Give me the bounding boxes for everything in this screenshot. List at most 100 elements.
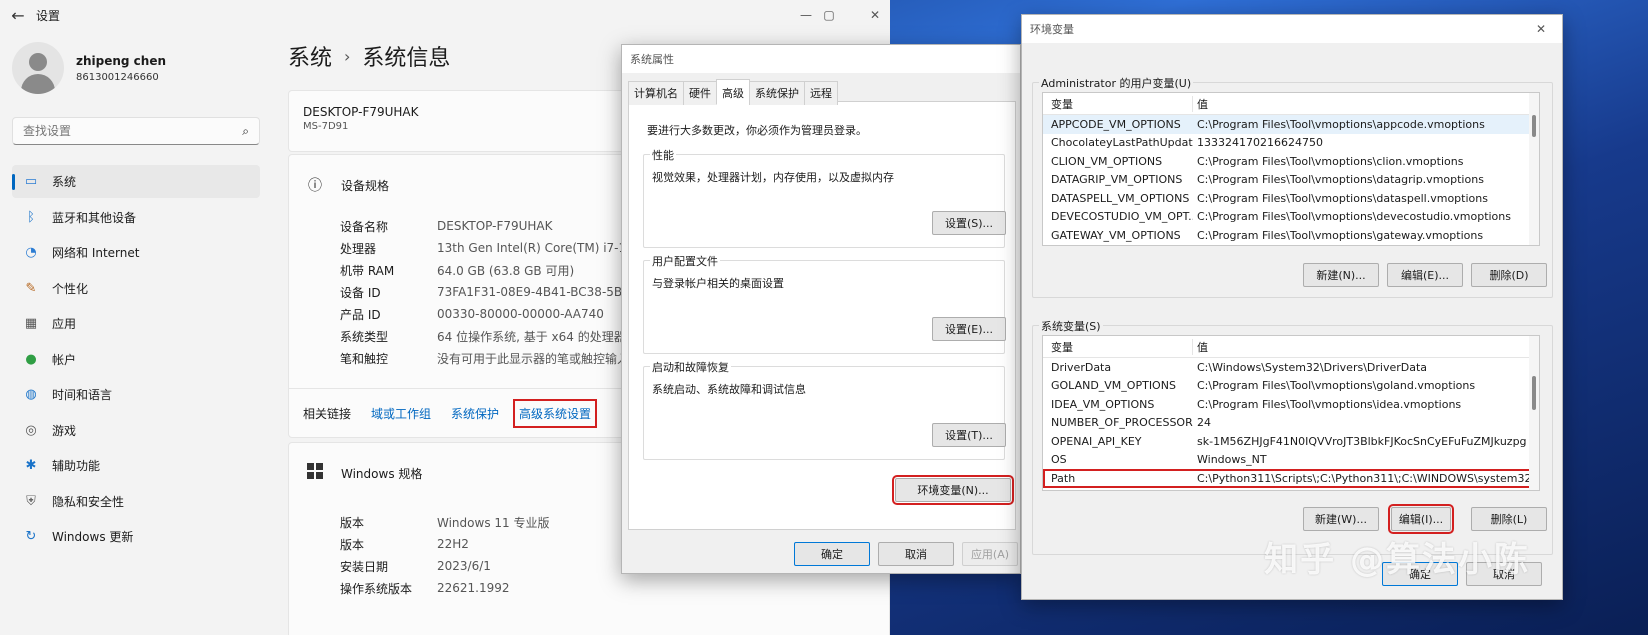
sidebar-item-9[interactable]: ⛨ 隐私和安全性 xyxy=(12,485,260,518)
sidebar-item-3[interactable]: ✎ 个性化 xyxy=(12,272,260,305)
system-vars-list[interactable]: 变量 值 DriverData C:\Windows\System32\Drive… xyxy=(1042,335,1540,491)
variable-row[interactable]: NUMBER_OF_PROCESSORS 24 xyxy=(1043,414,1539,433)
user-edit-button[interactable]: 编辑(E)... xyxy=(1387,263,1463,287)
sidebar-item-label: 应用 xyxy=(52,317,77,331)
variable-row[interactable]: ChocolateyLastPathUpdate 1333241702166247… xyxy=(1043,134,1539,153)
sidebar-item-2[interactable]: ◔ 网络和 Internet xyxy=(12,236,260,269)
search-icon[interactable]: ⌕ xyxy=(242,124,249,139)
link-domain-workgroup[interactable]: 域或工作组 xyxy=(371,405,431,422)
system-edit-button[interactable]: 编辑(I)... xyxy=(1388,504,1454,534)
sidebar-item-label: 游戏 xyxy=(52,423,77,438)
sysprops-ok-button[interactable]: 确定 xyxy=(794,542,870,566)
variable-value: C:\Program Files\Tool\vmoptions\idea.vmo… xyxy=(1197,397,1462,411)
tab-1[interactable]: 硬件 xyxy=(683,81,717,105)
related-links-label: 相关链接 xyxy=(303,406,352,421)
sidebar-item-10[interactable]: ↻ Windows 更新 xyxy=(12,520,260,553)
system-vars-scrollbar[interactable] xyxy=(1529,336,1539,490)
variable-row[interactable]: GOLAND_VM_OPTIONS C:\Program Files\Tool\v… xyxy=(1043,377,1539,396)
person-icon: ● xyxy=(25,351,37,367)
tab-3[interactable]: 系统保护 xyxy=(749,81,805,105)
startup-recovery-desc: 系统启动、系统故障和调试信息 xyxy=(652,383,806,396)
sidebar-item-label: 蓝牙和其他设备 xyxy=(52,210,137,225)
variable-row[interactable]: OPENAI_API_KEY sk-1M56ZHJgF41N0IQVVroJT3B… xyxy=(1043,432,1539,451)
globe-icon: ◍ xyxy=(25,387,37,402)
sidebar-item-5[interactable]: ● 帐户 xyxy=(12,343,260,376)
sidebar-item-8[interactable]: ✱ 辅助功能 xyxy=(12,449,260,482)
spec-value: 22621.1992 xyxy=(437,581,510,595)
col-variable[interactable]: 变量 xyxy=(1043,95,1193,112)
maximize-icon[interactable]: ▢ xyxy=(806,0,852,30)
variable-row[interactable]: DATAGRIP_VM_OPTIONS C:\Program Files\Tool… xyxy=(1043,171,1539,190)
sidebar-item-0[interactable]: ▭ 系统 xyxy=(12,165,260,198)
sidebar-item-1[interactable]: ᛒ 蓝牙和其他设备 xyxy=(12,201,260,234)
spec-value: 64 位操作系统, 基于 x64 的处理器 xyxy=(437,329,626,344)
performance-settings-button[interactable]: 设置(S)... xyxy=(932,211,1006,235)
variable-name: GATEWAY_VM_OPTIONS xyxy=(1051,228,1181,242)
sysprops-cancel-button[interactable]: 取消 xyxy=(878,542,954,566)
search-box[interactable]: ⌕ xyxy=(12,117,260,145)
variable-row[interactable]: OS Windows_NT xyxy=(1043,451,1539,470)
spec-key: 版本 xyxy=(340,537,365,552)
user-vars-list[interactable]: 变量 值 APPCODE_VM_OPTIONS C:\Program Files\… xyxy=(1042,92,1540,246)
advanced-tab-panel: 要进行大多数更改，你必须作为管理员登录。 性能 视觉效果，处理器计划，内存使用，… xyxy=(628,101,1016,530)
startup-recovery-settings-button[interactable]: 设置(T)... xyxy=(932,423,1006,447)
link-advanced-system-settings[interactable]: 高级系统设置 xyxy=(513,398,598,428)
user-new-button[interactable]: 新建(N)... xyxy=(1303,263,1379,287)
user-vars-scrollbar[interactable] xyxy=(1529,93,1539,245)
breadcrumb-parent[interactable]: 系统 xyxy=(288,40,332,72)
sidebar-item-7[interactable]: ◎ 游戏 xyxy=(12,414,260,447)
variable-row[interactable]: Path C:\Python311\Scripts\;C:\Python311\;… xyxy=(1043,469,1539,488)
user-vars-header: 变量 值 xyxy=(1043,93,1539,115)
windows-logo-icon xyxy=(305,463,325,483)
tab-0[interactable]: 计算机名 xyxy=(628,81,684,105)
breadcrumb-separator: › xyxy=(344,46,351,66)
variable-name: IDEA_VM_OPTIONS xyxy=(1051,397,1155,411)
spec-row: 操作系统版本 22621.1992 xyxy=(289,577,889,599)
col-variable[interactable]: 变量 xyxy=(1043,338,1193,355)
variable-name: GOLAND_VM_OPTIONS xyxy=(1051,379,1176,393)
spec-value: 00330-80000-00000-AA740 xyxy=(437,307,604,321)
update-icon: ↻ xyxy=(25,529,37,544)
apps-icon: ▦ xyxy=(24,316,38,331)
environment-variables-button[interactable]: 环境变量(N)... xyxy=(892,475,1014,505)
spec-key: 机带 RAM xyxy=(340,263,395,278)
related-links: 相关链接 域或工作组 系统保护 高级系统设置 xyxy=(289,388,611,438)
variable-row[interactable]: DATASPELL_VM_OPTIONS C:\Program Files\Too… xyxy=(1043,189,1539,208)
variable-row[interactable]: DEVECOSTUDIO_VM_OPT... C:\Program Files\T… xyxy=(1043,208,1539,227)
variable-row[interactable]: APPCODE_VM_OPTIONS C:\Program Files\Tool\… xyxy=(1043,115,1539,134)
spec-key: 笔和触控 xyxy=(340,351,389,366)
variable-value: C:\Windows\System32\Drivers\DriverData xyxy=(1197,360,1428,374)
system-delete-button[interactable]: 删除(L) xyxy=(1471,507,1547,531)
col-value[interactable]: 值 xyxy=(1193,339,1208,355)
admin-note: 要进行大多数更改，你必须作为管理员登录。 xyxy=(647,124,867,137)
variable-name: DEVECOSTUDIO_VM_OPT... xyxy=(1051,210,1193,224)
brush-icon: ✎ xyxy=(25,280,37,296)
variable-row[interactable]: GATEWAY_VM_OPTIONS C:\Program Files\Tool\… xyxy=(1043,226,1539,245)
env-close-icon[interactable]: ✕ xyxy=(1518,15,1564,43)
tab-2[interactable]: 高级 xyxy=(716,79,750,105)
variable-row[interactable]: IDEA_VM_OPTIONS C:\Program Files\Tool\vmo… xyxy=(1043,395,1539,414)
bluetooth-icon: ᛒ xyxy=(27,209,35,225)
variable-row[interactable]: CLION_VM_OPTIONS C:\Program Files\Tool\vm… xyxy=(1043,152,1539,171)
back-arrow-icon[interactable]: ← xyxy=(0,6,36,25)
variable-name: DATASPELL_VM_OPTIONS xyxy=(1051,191,1190,205)
variable-row[interactable]: DriverData C:\Windows\System32\Drivers\Dr… xyxy=(1043,358,1539,377)
performance-desc: 视觉效果，处理器计划，内存使用，以及虚拟内存 xyxy=(652,171,894,184)
user-profiles-desc: 与登录帐户相关的桌面设置 xyxy=(652,277,784,290)
col-value[interactable]: 值 xyxy=(1193,96,1208,112)
search-input[interactable] xyxy=(23,124,223,138)
user-profiles-settings-button[interactable]: 设置(E)... xyxy=(932,317,1006,341)
environment-variables-dialog: 环境变量 ✕ Administrator 的用户变量(U) 变量 值 APPCO… xyxy=(1021,14,1563,600)
variable-name: OPENAI_API_KEY xyxy=(1051,434,1142,448)
tab-4[interactable]: 远程 xyxy=(804,81,838,105)
user-delete-button[interactable]: 删除(D) xyxy=(1471,263,1547,287)
system-new-button[interactable]: 新建(W)... xyxy=(1303,507,1379,531)
wifi-icon: ◔ xyxy=(25,245,37,260)
user-profile[interactable]: zhipeng chen 8613001246660 xyxy=(12,42,166,94)
sidebar-item-4[interactable]: ▦ 应用 xyxy=(12,307,260,340)
link-system-protection[interactable]: 系统保护 xyxy=(451,405,499,422)
sysprops-apply-button[interactable]: 应用(A) xyxy=(962,542,1018,566)
close-icon[interactable]: ✕ xyxy=(852,0,890,30)
system-properties-title: 系统属性 xyxy=(622,45,1020,73)
sidebar-item-6[interactable]: ◍ 时间和语言 xyxy=(12,378,260,411)
